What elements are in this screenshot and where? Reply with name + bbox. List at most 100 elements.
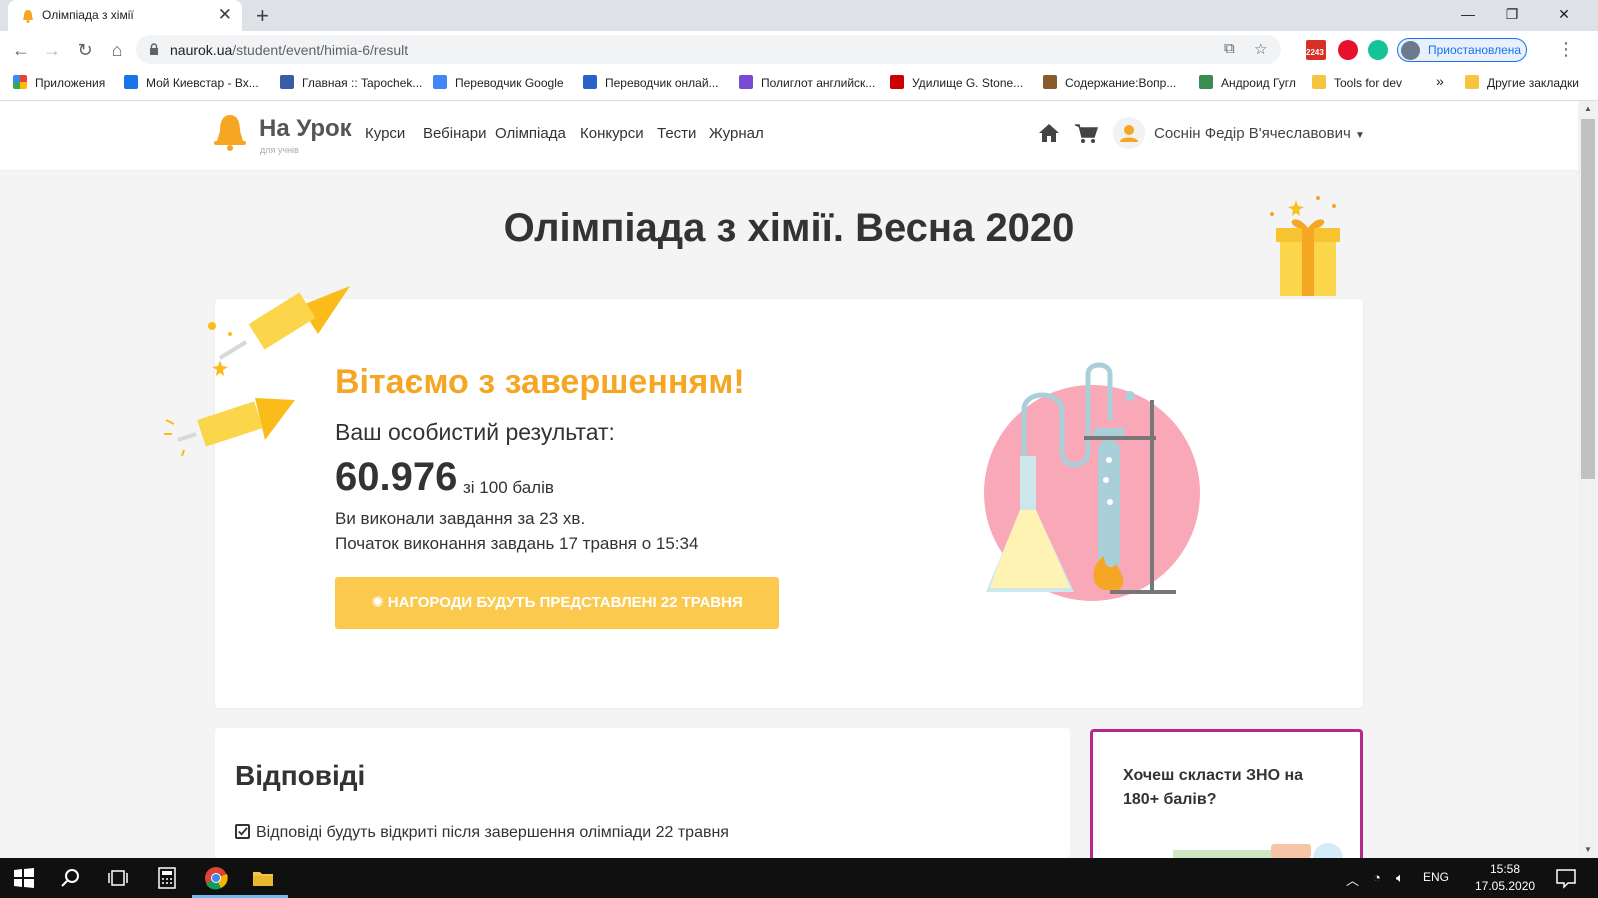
start-time-text: Початок виконання завдань 17 травня о 15… [335, 534, 699, 553]
bookmarks-overflow-icon[interactable]: » [1436, 73, 1444, 91]
bookmark-item[interactable]: Главная :: Tapochek... [280, 75, 422, 93]
adblock-extension-icon[interactable] [1338, 40, 1358, 60]
vertical-scrollbar[interactable]: ▲ ▼ [1578, 101, 1598, 858]
browser-tab-strip: Олімпіада з хімії ✕ + — ❐ ✕ [0, 0, 1598, 31]
logo-text[interactable]: На Урок [259, 115, 352, 143]
bookmark-item[interactable]: Андроид Гугл [1199, 75, 1296, 93]
gear-icon: ✺ [371, 594, 384, 611]
home-icon[interactable]: ⌂ [105, 38, 129, 62]
promo-illustration [1173, 843, 1343, 858]
avatar [1401, 41, 1420, 60]
caret-down-icon: ▼ [1354, 130, 1365, 141]
firework-rocket-icon [208, 286, 350, 376]
minimize-button[interactable]: — [1446, 2, 1490, 26]
close-window-button[interactable]: ✕ [1542, 2, 1586, 26]
bell-logo-icon[interactable] [212, 111, 248, 151]
bookmark-item[interactable]: Содержание:Вопр... [1043, 75, 1176, 93]
site-header: На Урок для учнів Курси Вебінари Олімпіа… [0, 101, 1578, 171]
clock-date: 17.05.2020 [1475, 879, 1536, 893]
search-icon[interactable] [59, 866, 83, 890]
tapochek-icon [280, 75, 294, 89]
tray-overflow-icon[interactable]: ︿ [1346, 870, 1359, 889]
answers-note: Відповіді будуть відкриті після завершен… [235, 824, 729, 842]
chemistry-flask-illustration [984, 362, 1200, 601]
language-indicator[interactable]: ENG [1423, 870, 1449, 884]
apps-grid-icon [13, 75, 27, 89]
wifi-icon[interactable]: ◔ [1373, 870, 1381, 885]
nav-tests[interactable]: Тести [657, 125, 696, 142]
browser-tab[interactable]: Олімпіада з хімії ✕ [8, 0, 242, 31]
nav-journal[interactable]: Журнал [709, 125, 764, 142]
tab-title: Олімпіада з хімії [42, 8, 134, 22]
bookmarks-bar: Приложения Мой Киевстар - Вх... Главная … [0, 68, 1598, 101]
scroll-thumb[interactable] [1581, 119, 1595, 479]
user-icon [1120, 125, 1138, 142]
chrome-icon[interactable] [204, 866, 228, 890]
firework-rocket-icon [164, 398, 295, 457]
logo-subtitle: для учнів [260, 145, 299, 155]
browser-toolbar: ← → ↻ ⌂ naurok.ua/student/event/himia-6/… [0, 31, 1598, 68]
bookmark-item[interactable]: Мой Киевстар - Вх... [124, 75, 259, 93]
info-icon [583, 75, 597, 89]
bookmark-item[interactable]: Переводчик Google [433, 75, 564, 93]
nav-courses[interactable]: Курси [365, 125, 405, 142]
bookmark-other-folder[interactable]: Другие закладки [1465, 75, 1579, 93]
back-arrow-icon[interactable]: ← [9, 38, 33, 62]
nav-webinars[interactable]: Вебінари [423, 125, 486, 142]
score-max: зі 100 балів [463, 478, 554, 497]
congrats-heading: Вітаємо з завершенням! [335, 363, 745, 401]
grammarly-extension-icon[interactable] [1368, 40, 1388, 60]
duration-text: Ви виконали завдання за 23 хв. [335, 509, 586, 528]
star-icon[interactable]: ☆ [1254, 40, 1267, 58]
home-icon[interactable] [1038, 123, 1060, 143]
answers-heading: Відповіді [235, 760, 366, 791]
bookmark-folder[interactable]: Tools for dev [1312, 75, 1402, 93]
nav-olympiad[interactable]: Олімпіада [495, 125, 566, 142]
task-view-icon[interactable] [106, 866, 130, 890]
bookmark-item[interactable]: Удилище G. Stone... [890, 75, 1023, 93]
bookmark-item[interactable]: Переводчик онлай... [583, 75, 719, 93]
scroll-up-arrow-icon[interactable]: ▲ [1578, 101, 1598, 117]
profile-button[interactable]: Приостановлена [1397, 38, 1527, 62]
profile-label: Приостановлена [1428, 43, 1522, 57]
mail-extension-icon[interactable]: 2243 [1306, 40, 1326, 60]
clock[interactable]: 15:58 17.05.2020 [1475, 861, 1535, 895]
nav-contests[interactable]: Конкурси [580, 125, 644, 142]
folder-icon [1465, 75, 1479, 89]
clock-time: 15:58 [1489, 862, 1521, 876]
user-avatar[interactable] [1113, 117, 1145, 149]
awards-button[interactable]: ✺ НАГОРОДИ БУДУТЬ ПРЕДСТАВЛЕНІ 22 ТРАВНЯ [335, 577, 779, 629]
forward-arrow-icon[interactable]: → [40, 38, 64, 62]
scroll-down-arrow-icon[interactable]: ▼ [1578, 842, 1598, 858]
more-menu-icon[interactable]: ⋮ [1557, 39, 1575, 60]
close-tab-icon[interactable]: ✕ [218, 5, 232, 25]
gift-icon [1270, 196, 1340, 296]
address-bar[interactable]: naurok.ua/student/event/himia-6/result ⧉… [136, 35, 1281, 64]
promo-text[interactable]: Хочеш скласти ЗНО на 180+ балів? [1123, 764, 1343, 812]
bookmark-item[interactable]: Полиглот английск... [739, 75, 875, 93]
notification-icon[interactable] [1554, 866, 1578, 890]
new-tab-button[interactable]: + [256, 3, 269, 29]
folder-icon [1312, 75, 1326, 89]
stone-icon [890, 75, 904, 89]
user-menu[interactable]: Соснін Федір В'ячеславович ▼ [1154, 125, 1365, 142]
wine-glass-icon [1043, 75, 1057, 89]
checkbox-checked-icon [235, 824, 250, 839]
restore-button[interactable]: ❐ [1490, 2, 1534, 26]
reload-icon[interactable]: ↻ [73, 38, 97, 62]
windows-taskbar: ︿ ◔ 🔈︎ ENG 15:58 17.05.2020 [0, 858, 1598, 898]
lock-icon [150, 43, 158, 55]
url-text: naurok.ua/student/event/himia-6/result [170, 42, 409, 58]
cart-icon[interactable] [1074, 123, 1098, 144]
polyglot-icon [739, 75, 753, 89]
google-translate-icon [433, 75, 447, 89]
kyivstar-icon [124, 75, 138, 89]
calculator-icon[interactable] [155, 866, 179, 890]
windows-start-icon[interactable] [12, 866, 36, 890]
translate-icon[interactable]: ⧉ [1224, 40, 1235, 57]
score-value: 60.976 [335, 455, 458, 499]
file-explorer-icon[interactable] [251, 866, 275, 890]
volume-icon[interactable]: 🔈︎ [1396, 870, 1404, 886]
bell-icon [23, 10, 33, 23]
bookmark-apps[interactable]: Приложения [13, 75, 105, 93]
